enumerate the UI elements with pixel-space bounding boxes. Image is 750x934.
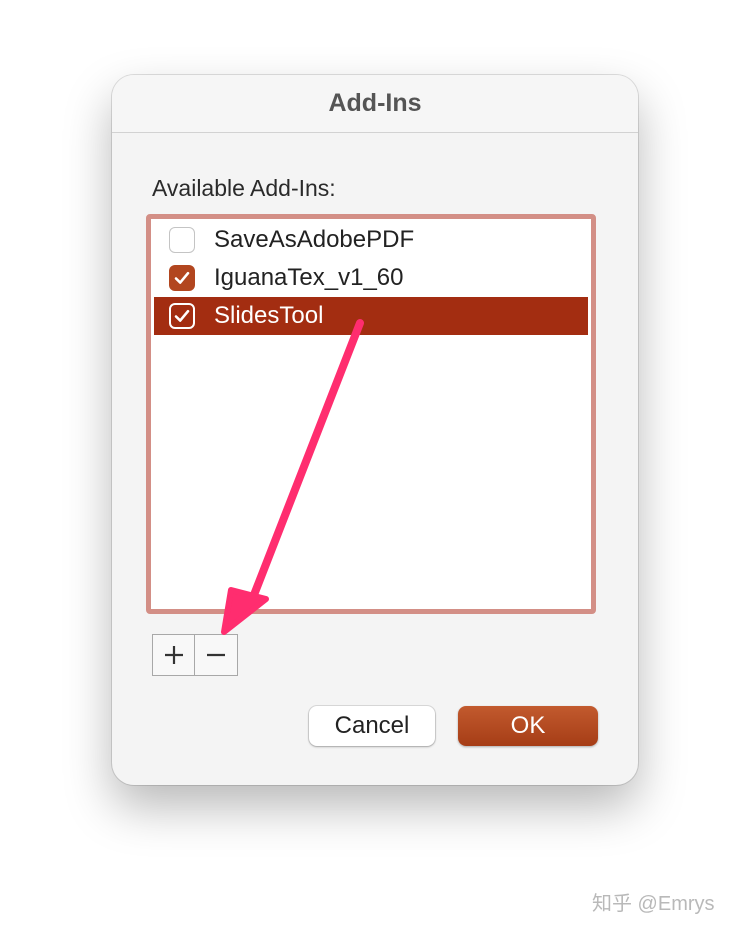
add-in-checkbox[interactable] xyxy=(169,265,195,291)
available-add-ins-label: Available Add-Ins: xyxy=(152,175,336,201)
add-in-label: SaveAsAdobePDF xyxy=(214,226,415,253)
remove-button[interactable] xyxy=(195,634,238,676)
watermark: 知乎 @Emrys xyxy=(592,893,715,915)
plus-icon xyxy=(164,646,183,664)
add-in-label: IguanaTex_v1_60 xyxy=(214,264,404,291)
minus-icon xyxy=(207,653,225,657)
add-ins-list[interactable]: SaveAsAdobePDF IguanaTex_v1_60 SlidesToo… xyxy=(146,214,596,614)
add-remove-buttons xyxy=(152,634,238,676)
add-in-row-slidestool[interactable]: SlidesTool xyxy=(154,297,588,335)
add-ins-dialog: Add-Ins Available Add-Ins: SaveAsAdobePD… xyxy=(112,75,638,785)
checkmark-icon xyxy=(174,271,190,284)
cancel-button[interactable]: Cancel xyxy=(309,706,435,746)
ok-button[interactable]: OK xyxy=(458,706,598,746)
add-in-label: SlidesTool xyxy=(214,302,324,329)
dialog-title: Add-Ins xyxy=(328,89,422,117)
add-in-checkbox[interactable] xyxy=(169,303,195,329)
checkmark-icon xyxy=(174,309,190,322)
add-in-checkbox[interactable] xyxy=(169,227,195,253)
add-button[interactable] xyxy=(152,634,195,676)
screenshot-stage: Add-Ins Available Add-Ins: SaveAsAdobePD… xyxy=(0,0,750,934)
add-in-row-iguanatex[interactable]: IguanaTex_v1_60 xyxy=(154,259,588,297)
add-in-row-saveasadobepdf[interactable]: SaveAsAdobePDF xyxy=(154,221,588,259)
dialog-titlebar: Add-Ins xyxy=(112,75,638,133)
